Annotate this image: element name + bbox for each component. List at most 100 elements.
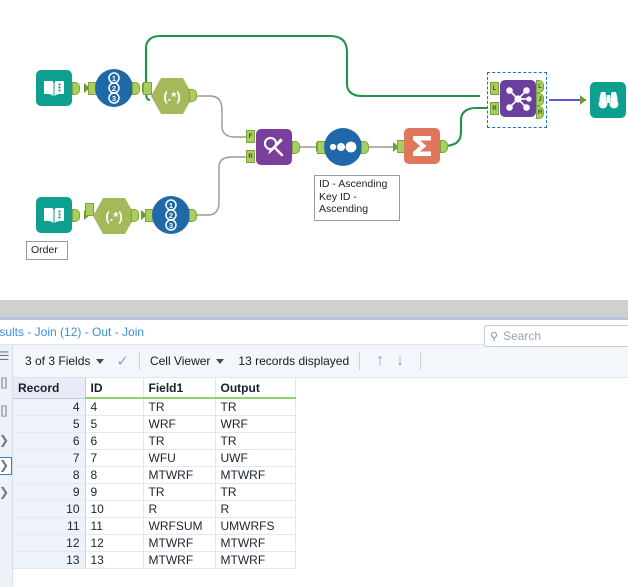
column-header-field1[interactable]: Field1 [143,378,216,399]
arrow-down-icon[interactable]: ↓ [396,352,404,370]
brackets-icon[interactable]: [] [0,375,11,389]
chevron-down-icon [96,358,105,364]
cell-output[interactable]: UMWRFS [215,517,296,535]
regex-icon: (.*) [151,78,193,114]
cell-field1[interactable]: TR [143,398,216,416]
cell-id[interactable]: 7 [85,449,144,467]
output-anchor[interactable] [189,89,197,102]
cell-field1[interactable]: WFU [143,449,216,467]
cell-record[interactable]: 8 [13,466,86,484]
output-anchor[interactable] [440,140,448,153]
results-tab-label[interactable]: Results - Join (12) - Out - Join [0,325,144,339]
column-header-id[interactable]: ID [85,378,144,399]
check-icon[interactable]: ✓ [116,352,129,370]
cell-output[interactable]: TR [215,483,296,501]
output-anchor[interactable] [132,82,140,95]
output-anchor[interactable] [189,209,197,222]
cell-id[interactable]: 4 [85,398,144,416]
cell-record[interactable]: 12 [13,534,86,552]
column-header-record[interactable]: Record [13,378,86,399]
output-anchor[interactable] [72,82,80,95]
cell-record[interactable]: 13 [13,551,86,569]
toolbar-divider [359,352,361,370]
cell-field1[interactable]: TR [143,432,216,450]
svg-text:2: 2 [169,211,173,220]
cell-id[interactable]: 11 [85,517,144,535]
table-row[interactable]: 13 13 MTWRF MTWRF [13,551,296,569]
cell-record[interactable]: 4 [13,398,86,416]
brackets-icon[interactable]: [] [0,403,11,417]
panel-splitter[interactable] [0,300,628,317]
output-anchor[interactable] [131,209,139,222]
list-icon[interactable]: ☰ [0,349,11,363]
cell-id[interactable]: 8 [85,466,144,484]
chevron-right-icon-selected[interactable]: ❯ [0,457,12,475]
output-anchor-join[interactable]: J [536,93,544,106]
cell-field1[interactable]: TR [143,483,216,501]
cell-output[interactable]: MTWRF [215,466,296,484]
cell-output[interactable]: MTWRF [215,551,296,569]
cell-field1[interactable]: MTWRF [143,466,216,484]
cell-field1[interactable]: WRFSUM [143,517,216,535]
cell-id[interactable]: 10 [85,500,144,518]
cell-record[interactable]: 10 [13,500,86,518]
table-row[interactable]: 9 9 TR TR [13,483,296,501]
cell-id[interactable]: 6 [85,432,144,450]
viewer-label: Cell Viewer [149,354,211,368]
cell-field1[interactable]: WRF [143,415,216,433]
input-anchor-left[interactable]: L [490,82,499,95]
chevron-right-icon[interactable]: ❯ [0,433,11,447]
alteryx-window: 1 2 3 (.*) Order (.*) 1 2 3 F R ID - Asc… [0,0,628,587]
cell-id[interactable]: 9 [85,483,144,501]
fields-dropdown[interactable]: 3 of 3 Fields [25,354,105,368]
table-row[interactable]: 5 5 WRF WRF [13,415,296,433]
input-anchor-find[interactable]: F [246,130,255,143]
cell-output[interactable]: R [215,500,296,518]
results-toolbar[interactable]: 3 of 3 Fields ✓ Cell Viewer 13 records d… [13,345,628,378]
cell-output[interactable]: UWF [215,449,296,467]
input-anchor-right[interactable]: R [490,102,499,115]
table-row[interactable]: 12 12 MTWRF MTWRF [13,534,296,552]
cell-id[interactable]: 13 [85,551,144,569]
cell-field1[interactable]: MTWRF [143,551,216,569]
cell-field1[interactable]: MTWRF [143,534,216,552]
table-row[interactable]: 10 10 R R [13,500,296,518]
output-anchor[interactable] [292,141,300,154]
table-row[interactable]: 6 6 TR TR [13,432,296,450]
connection-wires [144,34,586,216]
viewer-dropdown[interactable]: Cell Viewer [149,354,225,368]
cell-record[interactable]: 5 [13,415,86,433]
search-placeholder: Search [503,329,542,343]
output-anchor[interactable] [72,209,80,222]
table-row[interactable]: 8 8 MTWRF MTWRF [13,466,296,484]
cell-id[interactable]: 5 [85,415,144,433]
cell-output[interactable]: WRF [215,415,296,433]
cell-output[interactable]: TR [215,432,296,450]
results-icon-rail[interactable]: ☰ [] [] ❯ ❯ ❯ [0,345,13,587]
cell-record[interactable]: 6 [13,432,86,450]
fields-label: 3 of 3 Fields [25,354,91,368]
cell-record[interactable]: 7 [13,449,86,467]
output-anchor-right[interactable]: R [536,106,544,119]
numbers-icon: 1 2 3 [152,196,190,234]
input-anchor-replace[interactable]: R [246,150,255,163]
output-anchor[interactable] [361,141,369,154]
cell-output[interactable]: MTWRF [215,534,296,552]
cell-record[interactable]: 11 [13,517,86,535]
cell-field1[interactable]: R [143,500,216,518]
workflow-canvas[interactable]: 1 2 3 (.*) Order (.*) 1 2 3 F R ID - Asc… [0,0,628,300]
table-row[interactable]: 11 11 WRFSUM UMWRFS [13,517,296,535]
output-anchor-left[interactable]: L [536,80,544,93]
regex-label: (.*) [105,209,122,224]
arrow-up-icon[interactable]: ↑ [376,352,384,370]
chevron-right-icon[interactable]: ❯ [0,485,11,499]
cell-output[interactable]: TR [215,398,296,416]
wire-summarize-to-join-right [442,106,487,148]
search-input[interactable]: ⚲ Search [484,325,628,347]
table-row[interactable]: 7 7 WFU UWF [13,449,296,467]
cell-id[interactable]: 12 [85,534,144,552]
table-row[interactable]: 4 4 TR TR [13,398,296,416]
results-grid[interactable]: Record ID Field1 Output 4 4 TR TR 5 5 WRF WRF 6 6… [13,378,628,587]
column-header-output[interactable]: Output [215,378,296,399]
cell-record[interactable]: 9 [13,483,86,501]
